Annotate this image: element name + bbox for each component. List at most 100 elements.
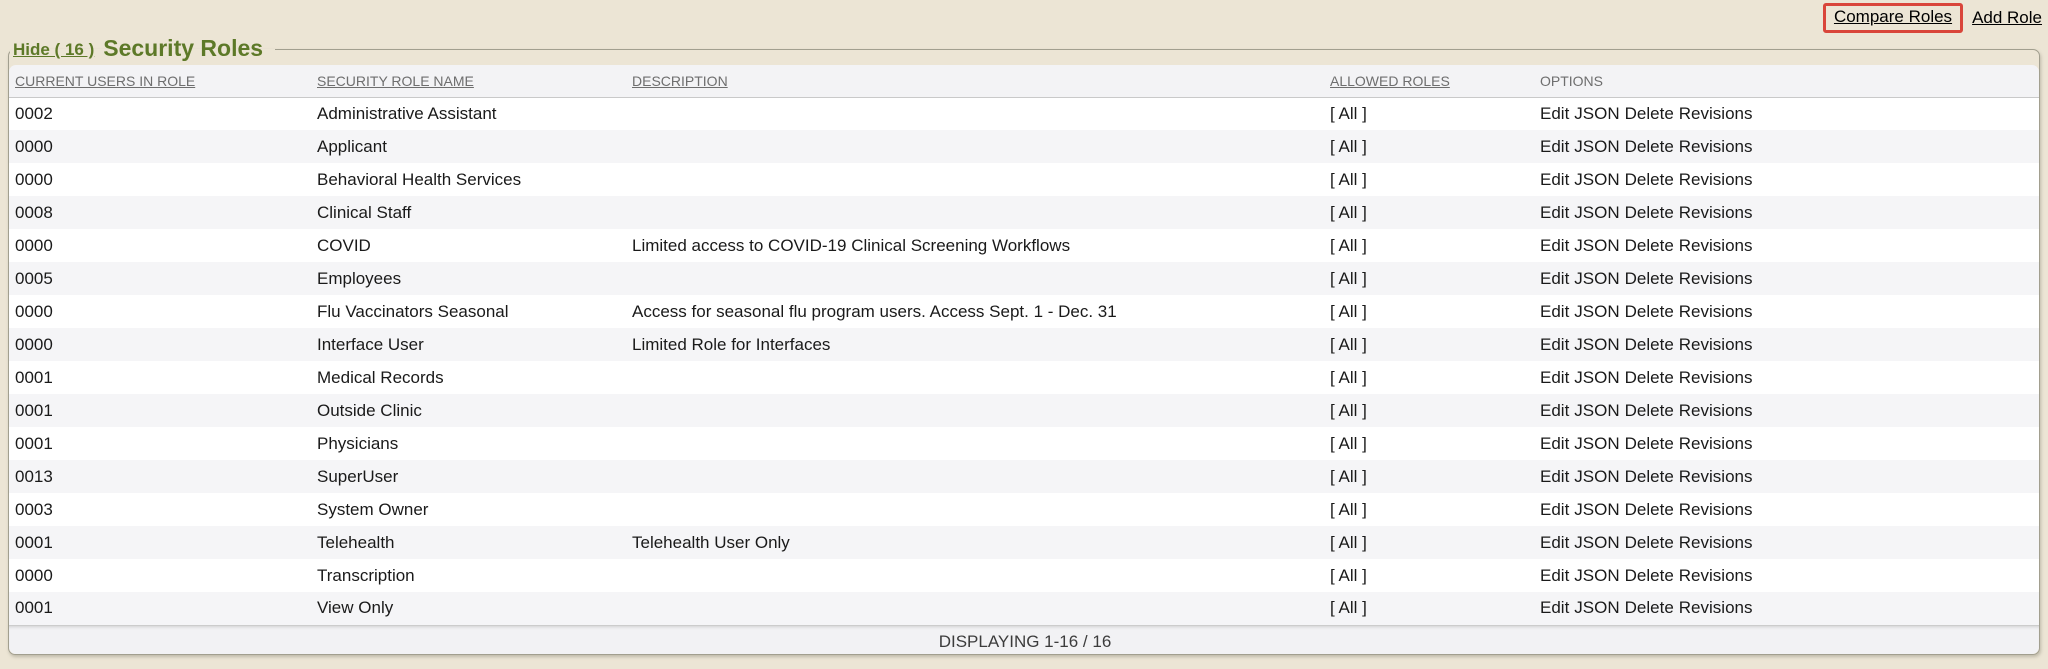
column-header-label[interactable]: ALLOWED ROLES — [1330, 73, 1450, 89]
column-header-allowed-roles[interactable]: ALLOWED ROLES — [1324, 65, 1534, 97]
options-cell: Edit JSON Delete Revisions — [1534, 394, 2039, 427]
users-cell: 0001 — [9, 427, 311, 460]
json-link[interactable]: JSON — [1574, 566, 1619, 585]
json-link[interactable]: JSON — [1574, 598, 1619, 617]
role-name-cell: Transcription — [311, 559, 626, 592]
delete-link[interactable]: Delete — [1625, 368, 1674, 387]
description-cell — [626, 592, 1324, 625]
revisions-link[interactable]: Revisions — [1679, 170, 1753, 189]
delete-link[interactable]: Delete — [1625, 170, 1674, 189]
revisions-link[interactable]: Revisions — [1679, 302, 1753, 321]
edit-link[interactable]: Edit — [1540, 434, 1569, 453]
json-link[interactable]: JSON — [1574, 500, 1619, 519]
description-cell: Access for seasonal flu program users. A… — [626, 295, 1324, 328]
json-link[interactable]: JSON — [1574, 236, 1619, 255]
column-header-description[interactable]: DESCRIPTION — [626, 65, 1324, 97]
description-cell: Limited access to COVID-19 Clinical Scre… — [626, 229, 1324, 262]
revisions-link[interactable]: Revisions — [1679, 368, 1753, 387]
json-link[interactable]: JSON — [1574, 467, 1619, 486]
delete-link[interactable]: Delete — [1625, 104, 1674, 123]
column-header-label[interactable]: DESCRIPTION — [632, 73, 728, 89]
edit-link[interactable]: Edit — [1540, 137, 1569, 156]
json-link[interactable]: JSON — [1574, 269, 1619, 288]
delete-link[interactable]: Delete — [1625, 566, 1674, 585]
revisions-link[interactable]: Revisions — [1679, 401, 1753, 420]
edit-link[interactable]: Edit — [1540, 170, 1569, 189]
edit-link[interactable]: Edit — [1540, 302, 1569, 321]
delete-link[interactable]: Delete — [1625, 302, 1674, 321]
role-name-cell: Employees — [311, 262, 626, 295]
json-link[interactable]: JSON — [1574, 368, 1619, 387]
delete-link[interactable]: Delete — [1625, 467, 1674, 486]
delete-link[interactable]: Delete — [1625, 335, 1674, 354]
delete-link[interactable]: Delete — [1625, 269, 1674, 288]
role-name-cell: Clinical Staff — [311, 196, 626, 229]
delete-link[interactable]: Delete — [1625, 533, 1674, 552]
edit-link[interactable]: Edit — [1540, 566, 1569, 585]
column-header-current-users-in-role[interactable]: CURRENT USERS IN ROLE — [9, 65, 311, 97]
allowed-roles-cell: [ All ] — [1324, 361, 1534, 394]
table-row: 0000Behavioral Health Services[ All ]Edi… — [9, 163, 2039, 196]
json-link[interactable]: JSON — [1574, 203, 1619, 222]
table-row: 0001TelehealthTelehealth User Only[ All … — [9, 526, 2039, 559]
json-link[interactable]: JSON — [1574, 302, 1619, 321]
revisions-link[interactable]: Revisions — [1679, 236, 1753, 255]
edit-link[interactable]: Edit — [1540, 335, 1569, 354]
revisions-link[interactable]: Revisions — [1679, 500, 1753, 519]
json-link[interactable]: JSON — [1574, 137, 1619, 156]
users-cell: 0013 — [9, 460, 311, 493]
delete-link[interactable]: Delete — [1625, 236, 1674, 255]
edit-link[interactable]: Edit — [1540, 467, 1569, 486]
delete-link[interactable]: Delete — [1625, 401, 1674, 420]
panel-title: Security Roles — [103, 35, 263, 61]
edit-link[interactable]: Edit — [1540, 401, 1569, 420]
revisions-link[interactable]: Revisions — [1679, 598, 1753, 617]
options-cell: Edit JSON Delete Revisions — [1534, 328, 2039, 361]
json-link[interactable]: JSON — [1574, 533, 1619, 552]
add-role-link[interactable]: Add Role — [1972, 8, 2042, 28]
revisions-link[interactable]: Revisions — [1679, 533, 1753, 552]
delete-link[interactable]: Delete — [1625, 137, 1674, 156]
json-link[interactable]: JSON — [1574, 434, 1619, 453]
edit-link[interactable]: Edit — [1540, 533, 1569, 552]
edit-link[interactable]: Edit — [1540, 203, 1569, 222]
options-cell: Edit JSON Delete Revisions — [1534, 163, 2039, 196]
delete-link[interactable]: Delete — [1625, 434, 1674, 453]
edit-link[interactable]: Edit — [1540, 500, 1569, 519]
json-link[interactable]: JSON — [1574, 335, 1619, 354]
edit-link[interactable]: Edit — [1540, 104, 1569, 123]
json-link[interactable]: JSON — [1574, 104, 1619, 123]
delete-link[interactable]: Delete — [1625, 598, 1674, 617]
compare-roles-link[interactable]: Compare Roles — [1834, 7, 1952, 26]
delete-link[interactable]: Delete — [1625, 203, 1674, 222]
users-cell: 0002 — [9, 97, 311, 130]
json-link[interactable]: JSON — [1574, 170, 1619, 189]
delete-link[interactable]: Delete — [1625, 500, 1674, 519]
table-row: 0002Administrative Assistant[ All ]EditJ… — [9, 97, 2039, 130]
revisions-link[interactable]: Revisions — [1679, 335, 1753, 354]
description-cell: Limited Role for Interfaces — [626, 328, 1324, 361]
role-name-cell: Flu Vaccinators Seasonal — [311, 295, 626, 328]
column-header-security-role-name[interactable]: SECURITY ROLE NAME — [311, 65, 626, 97]
edit-link[interactable]: Edit — [1540, 368, 1569, 387]
revisions-link[interactable]: Revisions — [1679, 137, 1753, 156]
edit-link[interactable]: Edit — [1540, 598, 1569, 617]
hide-toggle-link[interactable]: Hide ( 16 ) — [13, 40, 94, 59]
compare-roles-highlight: Compare Roles — [1823, 3, 1963, 33]
column-header-label[interactable]: CURRENT USERS IN ROLE — [15, 73, 195, 89]
revisions-link[interactable]: Revisions — [1679, 104, 1753, 123]
role-name-cell: Medical Records — [311, 361, 626, 394]
column-header-label[interactable]: SECURITY ROLE NAME — [317, 73, 474, 89]
revisions-link[interactable]: Revisions — [1679, 566, 1753, 585]
edit-link[interactable]: Edit — [1540, 269, 1569, 288]
edit-link[interactable]: Edit — [1540, 236, 1569, 255]
allowed-roles-cell: [ All ] — [1324, 394, 1534, 427]
allowed-roles-cell: [ All ] — [1324, 427, 1534, 460]
revisions-link[interactable]: Revisions — [1679, 434, 1753, 453]
json-link[interactable]: JSON — [1574, 401, 1619, 420]
revisions-link[interactable]: Revisions — [1679, 467, 1753, 486]
users-cell: 0000 — [9, 229, 311, 262]
revisions-link[interactable]: Revisions — [1679, 203, 1753, 222]
revisions-link[interactable]: Revisions — [1679, 269, 1753, 288]
users-cell: 0000 — [9, 328, 311, 361]
